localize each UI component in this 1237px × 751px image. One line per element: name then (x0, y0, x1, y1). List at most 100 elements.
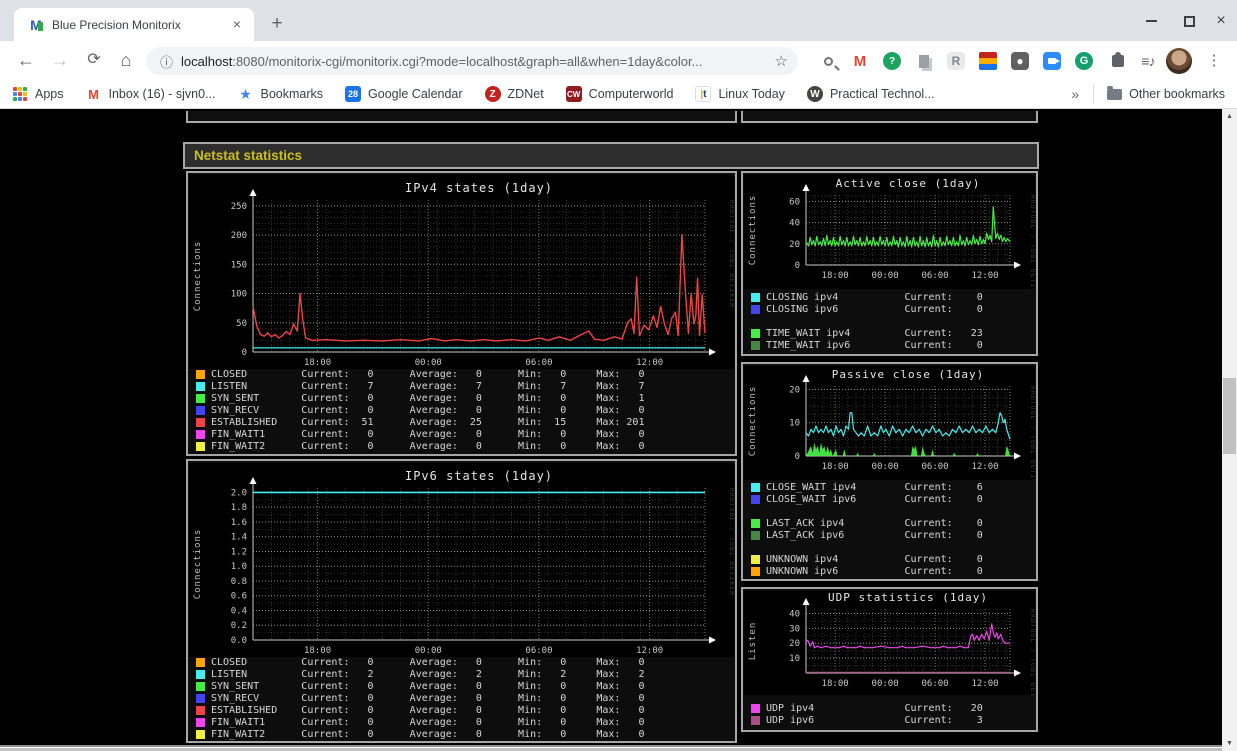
svg-text:200: 200 (231, 231, 247, 241)
legend-text: CLOSED Current: 0 Average: 0 Min: 0 Max:… (211, 368, 645, 380)
bookmark-zdnet[interactable]: Z ZDNet (484, 86, 544, 102)
active-close-legend: CLOSING ipv4 Current: 0 CLOSING ipv6 Curr… (751, 291, 983, 351)
bookmark-inbox[interactable]: M Inbox (16) - sjvn0... (86, 86, 215, 102)
svg-text:UDP statistics (1day): UDP statistics (1day) (828, 591, 988, 604)
svg-text:20: 20 (789, 240, 800, 250)
svg-text:Connections: Connections (748, 386, 758, 457)
scrollbar-up-arrow[interactable]: ▲ (1222, 109, 1237, 124)
scrollbar[interactable]: ▲ ▼ (1222, 109, 1237, 751)
svg-text:00:00: 00:00 (872, 462, 899, 472)
other-bookmarks-button[interactable]: Other bookmarks (1106, 85, 1225, 102)
scrollbar-thumb[interactable] (1223, 378, 1236, 454)
home-button[interactable]: ⌂ (110, 44, 142, 76)
bookmark-star-icon[interactable]: ☆ (775, 52, 788, 70)
profile-avatar[interactable] (1166, 48, 1192, 74)
legend-swatch-icon (751, 340, 760, 350)
svg-text:1.4: 1.4 (231, 533, 247, 543)
zdnet-icon: Z (484, 86, 501, 102)
udp-statistics-legend: UDP ipv4 Current: 20 UDP ipv6 Current: 3 (751, 702, 983, 726)
legend-row: UDP ipv4 Current: 20 (751, 702, 983, 714)
bookmark-computerworld[interactable]: CW Computerworld (565, 86, 673, 102)
svg-text:RRDTOOL / TOBI OETIKER: RRDTOOL / TOBI OETIKER (728, 200, 734, 308)
monitorix-page: Netstat statistics 18:00 00:00 06:00 12:00 0… (0, 109, 1237, 751)
svg-text:40: 40 (789, 609, 800, 619)
legend-swatch-icon (196, 441, 205, 451)
udp-statistics-chart: 18:00 00:00 06:00 12:00 10 20 30 40 UDP statisti… (744, 591, 1035, 695)
grammarly-extension-icon[interactable]: G (1072, 49, 1096, 73)
bookmark-google-calendar[interactable]: 28 Google Calendar (345, 86, 463, 102)
tab-blue-precision-monitorix[interactable]: M Blue Precision Monitorix × (14, 8, 254, 41)
back-button[interactable]: ← (10, 44, 42, 76)
address-bar[interactable]: ⓘ localhost:8080/monitorix-cgi/monitorix… (146, 47, 798, 75)
extensions-puzzle-icon[interactable] (1106, 49, 1130, 73)
bookmarks-overflow-chevron[interactable]: » (1071, 86, 1079, 102)
legend-row: ESTABLISHED Current: 0 Average: 0 Min: 0… (196, 704, 644, 716)
legend-swatch-icon (751, 292, 760, 302)
legend-row: UNKNOWN ipv4 Current: 0 (751, 553, 983, 565)
passive-close-panel: 18:00 00:00 06:00 12:00 0 10 20 Passive close (… (741, 362, 1038, 581)
copy-pages-extension-icon[interactable] (912, 49, 936, 73)
browser-menu-icon[interactable]: ⋮ (1202, 49, 1226, 73)
legend-row: LISTEN Current: 7 Average: 7 Min: 7 Max:… (196, 380, 644, 392)
legend-row: LISTEN Current: 2 Average: 2 Min: 2 Max:… (196, 668, 644, 680)
legend-row: TIME_WAIT ipv6 Current: 0 (751, 339, 983, 351)
legend-swatch-icon (751, 566, 760, 576)
legend-row: LAST_ACK ipv4 Current: 0 (751, 517, 983, 529)
svg-text:RRDTOOL / TOBI OETIKER: RRDTOOL / TOBI OETIKER (1029, 195, 1035, 289)
legend-row: FIN_WAIT2 Current: 0 Average: 0 Min: 0 M… (196, 440, 644, 452)
hangouts-extension-icon[interactable]: ? (880, 49, 904, 73)
bookmark-bookmarks[interactable]: ★ Bookmarks (238, 86, 323, 102)
legend-row: CLOSED Current: 0 Average: 0 Min: 0 Max:… (196, 656, 644, 668)
search-extension-icon[interactable] (816, 49, 840, 73)
bookmark-apps[interactable]: Apps (12, 86, 64, 102)
tab-strip: M Blue Precision Monitorix × + × (0, 0, 1237, 41)
legend-swatch-icon (751, 494, 760, 504)
url-text[interactable]: localhost:8080/monitorix-cgi/monitorix.c… (181, 54, 769, 69)
reader-extension-icon[interactable]: R (944, 49, 968, 73)
window-maximize-button[interactable] (1176, 10, 1202, 32)
svg-text:12:00: 12:00 (636, 646, 663, 656)
apps-grid-icon (12, 86, 28, 102)
legend-text: FIN_WAIT1 Current: 0 Average: 0 Min: 0 M… (211, 716, 645, 728)
forward-button[interactable]: → (44, 44, 76, 76)
svg-text:00:00: 00:00 (872, 679, 899, 689)
page-info-icon[interactable]: ⓘ (160, 52, 173, 71)
scrollbar-down-arrow[interactable]: ▼ (1222, 736, 1237, 751)
legend-text: SYN_RECV Current: 0 Average: 0 Min: 0 Ma… (211, 404, 645, 416)
gmail-extension-icon[interactable]: M (848, 49, 872, 73)
window-minimize-button[interactable] (1138, 10, 1164, 32)
svg-text:RRDTOOL / TOBI OETIKER: RRDTOOL / TOBI OETIKER (1029, 386, 1035, 480)
active-close-panel: 18:00 00:00 06:00 12:00 0 20 40 60 Active close … (741, 171, 1038, 356)
keeper-extension-icon[interactable]: ● (1008, 49, 1032, 73)
legend-swatch-icon (751, 304, 760, 314)
svg-text:12:00: 12:00 (971, 679, 998, 689)
window-close-button[interactable]: × (1208, 10, 1234, 32)
zoom-extension-icon[interactable] (1040, 49, 1064, 73)
bookmark-linux-today[interactable]: | t Linux Today (695, 86, 785, 102)
url-host: localhost (181, 53, 233, 69)
books-extension-icon[interactable] (976, 49, 1000, 73)
next-section-cutoff (0, 745, 1222, 751)
svg-text:06:00: 06:00 (525, 358, 552, 368)
reload-button[interactable]: ⟳ (78, 44, 110, 76)
legend-text: CLOSED Current: 0 Average: 0 Min: 0 Max:… (211, 656, 645, 668)
legend-row: CLOSED Current: 0 Average: 0 Min: 0 Max:… (196, 368, 644, 380)
folder-icon (1106, 85, 1122, 102)
legend-row: FIN_WAIT1 Current: 0 Average: 0 Min: 0 M… (196, 428, 644, 440)
svg-text:1.8: 1.8 (231, 503, 247, 513)
svg-text:30: 30 (789, 624, 800, 634)
new-tab-button[interactable]: + (264, 11, 290, 37)
gmail-icon: M (88, 86, 99, 102)
bookmark-practical-technology[interactable]: W Practical Technol... (806, 86, 935, 102)
legend-text: SYN_RECV Current: 0 Average: 0 Min: 0 Ma… (211, 692, 645, 704)
legend-text: TIME_WAIT ipv4 Current: 23 (766, 327, 983, 339)
playlist-extension-icon[interactable]: ≡♪ (1136, 49, 1160, 73)
legend-gap (751, 541, 983, 553)
svg-text:20: 20 (789, 639, 800, 649)
legend-row: SYN_RECV Current: 0 Average: 0 Min: 0 Ma… (196, 404, 644, 416)
tab-close-icon[interactable]: × (228, 16, 246, 34)
passive-close-legend: CLOSE_WAIT ipv4 Current: 6 CLOSE_WAIT ipv… (751, 481, 983, 577)
legend-swatch-icon (196, 393, 205, 403)
legend-swatch-icon (751, 703, 760, 713)
legend-row: UNKNOWN ipv6 Current: 0 (751, 565, 983, 577)
